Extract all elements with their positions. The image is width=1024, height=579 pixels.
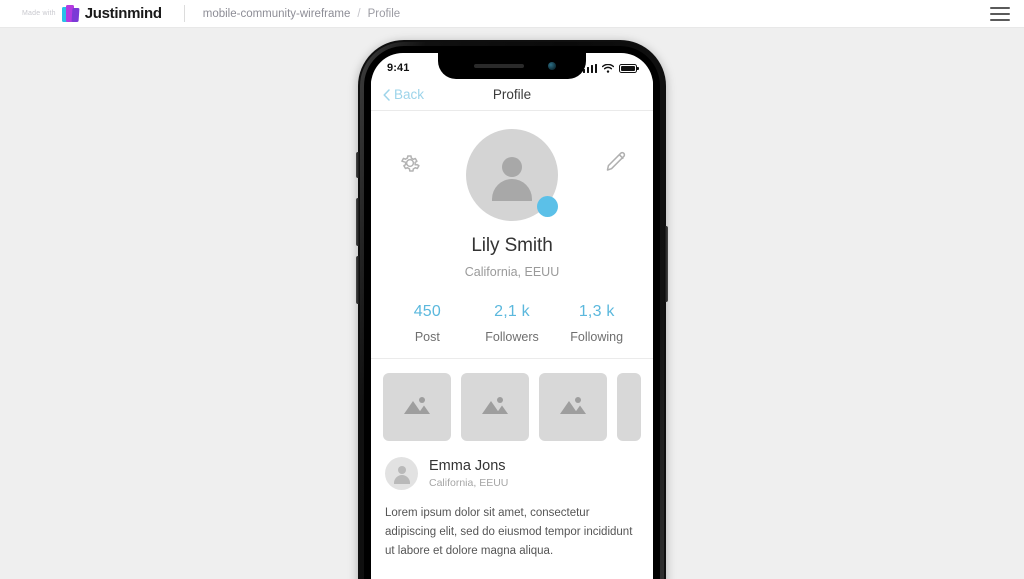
back-button[interactable]: Back <box>383 87 424 102</box>
photo-gallery-strip[interactable] <box>371 359 653 451</box>
status-icons <box>582 63 639 73</box>
volume-down-button[interactable] <box>356 256 359 304</box>
chevron-left-icon <box>383 88 390 101</box>
device-notch <box>438 53 586 79</box>
post-item: Emma Jons California, EEUU Lorem ipsum d… <box>371 451 653 561</box>
post-author-name: Emma Jons <box>429 458 506 474</box>
avatar[interactable] <box>466 129 558 221</box>
gallery-thumbnail[interactable] <box>539 373 607 441</box>
breadcrumb-separator: / <box>357 7 361 20</box>
application-topbar: Made with Justinmind mobile-community-wi… <box>0 0 1024 28</box>
stat-following[interactable]: 1,3 k Following <box>554 303 639 344</box>
made-with-label: Made with <box>22 10 56 17</box>
post-header: Emma Jons California, EEUU <box>385 457 639 490</box>
post-author-location: California, EEUU <box>429 477 509 489</box>
stat-following-label: Following <box>570 330 624 344</box>
prototype-canvas: 9:41 Back Profile Lily Smith California,… <box>0 28 1024 579</box>
hamburger-menu-icon[interactable] <box>990 6 1010 21</box>
gallery-thumbnail-partial[interactable] <box>617 373 641 441</box>
stat-followers[interactable]: 2,1 k Followers <box>470 303 555 344</box>
stat-post-label: Post <box>414 330 440 344</box>
justinmind-logo-icon <box>61 5 80 22</box>
breadcrumb: mobile-community-wireframe / Profile <box>203 8 400 20</box>
brand-name: Justinmind <box>84 5 162 22</box>
earpiece-speaker <box>474 64 524 68</box>
breadcrumb-current-screen[interactable]: Profile <box>368 8 401 20</box>
stat-followers-label: Followers <box>485 330 539 344</box>
front-camera-icon <box>548 62 556 70</box>
wifi-icon <box>601 63 615 73</box>
brand-logo[interactable]: Made with Justinmind <box>0 5 162 22</box>
user-avatar-small-icon[interactable] <box>385 457 418 490</box>
gear-icon[interactable] <box>398 151 422 180</box>
breadcrumb-project[interactable]: mobile-community-wireframe <box>203 8 351 20</box>
stat-post-value: 450 <box>413 303 441 320</box>
battery-full-icon <box>619 63 639 73</box>
phone-device-frame: 9:41 Back Profile Lily Smith California,… <box>356 40 668 579</box>
topbar-divider <box>183 5 185 22</box>
gallery-thumbnail[interactable] <box>461 373 529 441</box>
pencil-icon[interactable] <box>604 149 629 179</box>
stat-following-value: 1,3 k <box>578 303 615 320</box>
profile-location: California, EEUU <box>464 265 560 279</box>
profile-header <box>371 111 653 231</box>
app-navigation-bar: Back Profile <box>371 79 653 111</box>
image-placeholder-icon <box>401 392 433 423</box>
profile-stats-row: 450 Post 2,1 k Followers 1,3 k Following <box>371 303 653 359</box>
stat-post[interactable]: 450 Post <box>385 303 470 344</box>
online-status-dot <box>537 196 558 217</box>
volume-up-button[interactable] <box>356 198 359 246</box>
post-body-text: Lorem ipsum dolor sit amet, consectetur … <box>385 507 633 557</box>
image-placeholder-icon <box>557 392 589 423</box>
silent-switch[interactable] <box>356 152 359 178</box>
status-time: 9:41 <box>387 62 410 74</box>
profile-scroll-content: Lily Smith California, EEUU 450 Post 2,1… <box>371 111 653 579</box>
stat-followers-value: 2,1 k <box>494 303 530 320</box>
phone-screen: 9:41 Back Profile Lily Smith California,… <box>371 53 653 579</box>
image-placeholder-icon <box>479 392 511 423</box>
page-title: Profile <box>492 87 532 102</box>
back-button-label: Back <box>394 87 425 102</box>
gallery-thumbnail[interactable] <box>383 373 451 441</box>
profile-name: Lily Smith <box>471 235 553 256</box>
power-button[interactable] <box>665 226 668 302</box>
